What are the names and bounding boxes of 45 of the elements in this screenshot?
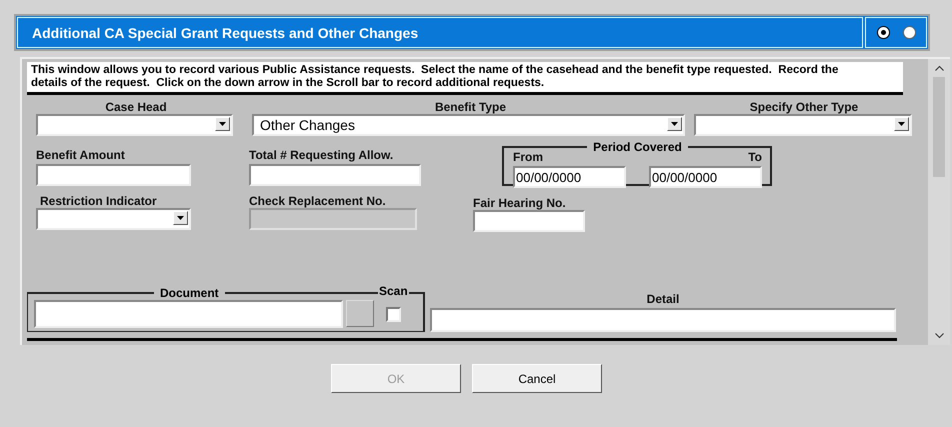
scroll-up-icon[interactable]: [934, 65, 944, 71]
dropdown-field[interactable]: [36, 114, 233, 136]
caret-icon: [898, 122, 905, 126]
group-label: Document: [159, 286, 220, 300]
field-label: From: [513, 150, 544, 164]
section-title: Additional CA Special Grant Requests and Other Changes: [32, 24, 418, 40]
date-field[interactable]: 00/00/0000: [649, 166, 762, 188]
dropdown-field[interactable]: [694, 114, 912, 136]
scrollbar[interactable]: [928, 59, 950, 345]
field-label: Case Head: [104, 100, 168, 114]
dropdown-field[interactable]: [36, 208, 191, 230]
caret-icon: [219, 122, 226, 126]
radio-button[interactable]: [902, 26, 916, 39]
field-value: Other Changes: [259, 117, 355, 133]
dropdown-field[interactable]: Other Changes: [252, 114, 685, 136]
radio-button[interactable]: [876, 26, 890, 39]
input-field[interactable]: [34, 300, 343, 328]
input-field[interactable]: [249, 164, 421, 186]
description-text: This window allows you to record various Public Assistance requests. Select the name of the casehead and the benefit type requested. Record the details of the request. Click on the down arrow in the Scroll bar to record additional requests.: [27, 62, 903, 95]
dropdown-button[interactable]: [215, 117, 230, 131]
field-label: Benefit Amount: [36, 148, 126, 162]
checkbox[interactable]: [386, 307, 401, 322]
scroll-down-icon[interactable]: [934, 333, 944, 339]
date-field[interactable]: 00/00/0000: [513, 166, 626, 188]
dropdown-button[interactable]: [667, 117, 682, 131]
field-label: Fair Hearing No.: [473, 196, 567, 210]
checkbox-label: Scan: [378, 284, 409, 298]
scroll-thumb[interactable]: [933, 77, 945, 177]
dropdown-button[interactable]: [173, 211, 188, 225]
field-label: Benefit Type: [434, 100, 508, 114]
group-label: Period Covered: [592, 140, 683, 154]
input-field[interactable]: [473, 210, 585, 232]
field-label: Total # Requesting Allow.: [249, 148, 394, 162]
caret-icon: [671, 122, 678, 126]
input-field[interactable]: [430, 308, 896, 332]
input-field[interactable]: [36, 164, 191, 186]
field-label: Specify Other Type: [748, 100, 860, 114]
dropdown-button[interactable]: [894, 117, 909, 131]
browse-button[interactable]: [346, 300, 374, 327]
field-label: Check Replacement No.: [249, 194, 387, 208]
field-label: Detail: [646, 292, 680, 306]
caret-icon: [177, 216, 184, 220]
dialog-button[interactable]: Cancel: [472, 364, 602, 393]
field-label: To: [747, 150, 762, 164]
field-label: Restriction Indicator: [40, 194, 158, 208]
